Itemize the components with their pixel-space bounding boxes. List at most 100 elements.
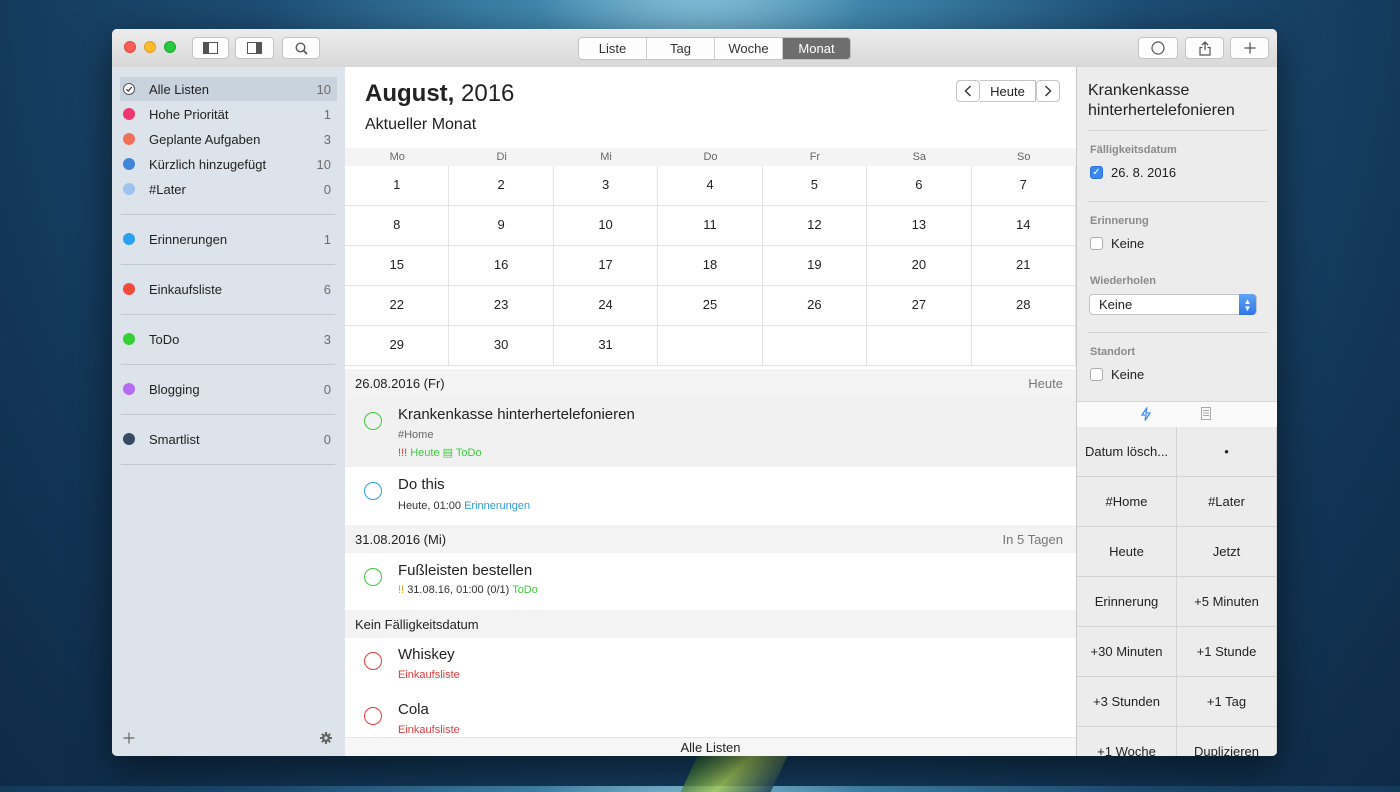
calendar-day[interactable]: 12 <box>762 206 868 246</box>
plus-30-minutes-button[interactable]: +30 Minuten <box>1077 627 1177 677</box>
sidebar-item-alle-listen[interactable]: Alle Listen 10 <box>120 77 337 101</box>
calendar-day[interactable]: 14 <box>971 206 1076 246</box>
calendar-day[interactable]: 5 <box>762 166 868 206</box>
tab-tag[interactable]: Tag <box>647 38 715 59</box>
priority-marker: !!! <box>398 447 408 459</box>
calendar-day[interactable]: 1 <box>345 166 450 206</box>
calendar-day[interactable]: 9 <box>449 206 554 246</box>
task-row[interactable]: Do this Heute, 01:00 Erinnerungen <box>345 467 1076 523</box>
calendar-day[interactable]: 2 <box>449 166 554 206</box>
search-button[interactable] <box>282 37 320 59</box>
close-window-button[interactable] <box>124 41 136 53</box>
wallpaper-streak <box>680 752 790 792</box>
calendar-day[interactable]: 10 <box>553 206 659 246</box>
calendar-empty-cell <box>658 326 763 366</box>
tag-later-button[interactable]: #Later <box>1177 477 1277 527</box>
complete-task-checkbox[interactable] <box>364 568 382 586</box>
tab-liste[interactable]: Liste <box>579 38 647 59</box>
note-icon: ▤ <box>442 447 454 459</box>
sidebar-item-smartlist[interactable]: Smartlist 0 <box>120 427 337 451</box>
complete-task-checkbox[interactable] <box>364 412 382 430</box>
settings-button[interactable] <box>320 731 332 749</box>
calendar-day[interactable]: 22 <box>345 286 450 326</box>
due-date-row[interactable]: ✓ 26. 8. 2016 <box>1090 165 1176 180</box>
plus-1-week-button[interactable]: +1 Woche <box>1077 727 1177 756</box>
calendar-day[interactable]: 11 <box>658 206 763 246</box>
calendar-day[interactable]: 8 <box>345 206 450 246</box>
location-row[interactable]: Keine <box>1090 367 1144 382</box>
calendar-day[interactable]: 27 <box>867 286 972 326</box>
add-list-button[interactable] <box>123 731 135 749</box>
plus-1-hour-button[interactable]: +1 Stunde <box>1177 627 1277 677</box>
calendar-day[interactable]: 15 <box>345 246 450 286</box>
sidebar-item-erinnerungen[interactable]: Erinnerungen 1 <box>120 227 337 251</box>
share-button[interactable] <box>1185 37 1224 59</box>
tab-woche[interactable]: Woche <box>715 38 783 59</box>
clear-date-button[interactable]: Datum lösch... <box>1077 427 1177 477</box>
tag-home-button[interactable]: #Home <box>1077 477 1177 527</box>
calendar-day[interactable]: 23 <box>449 286 554 326</box>
next-month-button[interactable] <box>1036 80 1060 102</box>
reminder-checkbox[interactable] <box>1090 237 1103 250</box>
tab-monat[interactable]: Monat <box>783 38 850 59</box>
calendar-day[interactable]: 3 <box>553 166 659 206</box>
task-row[interactable]: Fußleisten bestellen !! 31.08.16, 01:00 … <box>345 553 1076 609</box>
quick-actions-tab[interactable] <box>1140 407 1152 426</box>
calendar-day[interactable]: 31 <box>553 326 659 366</box>
sidebar-item-hohe-prioritaet[interactable]: Hohe Priorität 1 <box>120 102 337 126</box>
plus-5-minutes-button[interactable]: +5 Minuten <box>1177 577 1277 627</box>
calendar-day[interactable]: 20 <box>867 246 972 286</box>
calendar-day[interactable]: 29 <box>345 326 450 366</box>
calendar-day[interactable]: 4 <box>658 166 763 206</box>
complete-button[interactable] <box>1138 37 1178 59</box>
calendar-day[interactable]: 13 <box>867 206 972 246</box>
calendar-day[interactable]: 16 <box>449 246 554 286</box>
sidebar-item-kuerzlich-hinzugefuegt[interactable]: Kürzlich hinzugefügt 10 <box>120 152 337 176</box>
add-task-button[interactable] <box>1230 37 1269 59</box>
recent-icon <box>123 158 135 170</box>
calendar-day[interactable]: 26 <box>762 286 868 326</box>
sidebar-item-blogging[interactable]: Blogging 0 <box>120 377 337 401</box>
sidebar-divider <box>121 464 335 465</box>
zoom-window-button[interactable] <box>164 41 176 53</box>
due-date-value[interactable]: 26. 8. 2016 <box>1111 165 1176 180</box>
reminder-row[interactable]: Keine <box>1090 236 1144 251</box>
set-now-button[interactable]: Jetzt <box>1177 527 1277 577</box>
toggle-sidebar-button[interactable] <box>192 37 229 59</box>
calendar-day[interactable]: 21 <box>971 246 1076 286</box>
sidebar-item-einkaufsliste[interactable]: Einkaufsliste 6 <box>120 277 337 301</box>
dot-button[interactable]: • <box>1177 427 1277 477</box>
reminder-button[interactable]: Erinnerung <box>1077 577 1177 627</box>
calendar-day[interactable]: 28 <box>971 286 1076 326</box>
task-row[interactable]: Whiskey Einkaufsliste <box>345 638 1076 693</box>
due-date-checkbox[interactable]: ✓ <box>1090 166 1103 179</box>
sidebar-item-todo[interactable]: ToDo 3 <box>120 327 337 351</box>
calendar-day[interactable]: 25 <box>658 286 763 326</box>
previous-month-button[interactable] <box>956 80 980 102</box>
plus-1-day-button[interactable]: +1 Tag <box>1177 677 1277 727</box>
duplicate-button[interactable]: Duplizieren <box>1177 727 1277 756</box>
task-row[interactable]: Krankenkasse hinterhertelefonieren #Home… <box>345 397 1076 467</box>
complete-task-checkbox[interactable] <box>364 652 382 670</box>
minimize-window-button[interactable] <box>144 41 156 53</box>
today-button[interactable]: Heute <box>980 80 1036 102</box>
calendar-day[interactable]: 6 <box>867 166 972 206</box>
plus-3-hours-button[interactable]: +3 Stunden <box>1077 677 1177 727</box>
complete-task-checkbox[interactable] <box>364 482 382 500</box>
calendar-day[interactable]: 7 <box>971 166 1076 206</box>
sidebar-item-later[interactable]: #Later 0 <box>120 177 337 201</box>
task-row[interactable]: Cola Einkaufsliste <box>345 693 1076 737</box>
calendar-day[interactable]: 17 <box>553 246 659 286</box>
location-checkbox[interactable] <box>1090 368 1103 381</box>
set-today-button[interactable]: Heute <box>1077 527 1177 577</box>
share-icon <box>1198 40 1211 56</box>
calendar-day[interactable]: 24 <box>553 286 659 326</box>
toggle-inspector-button[interactable] <box>235 37 274 59</box>
sidebar-item-geplante-aufgaben[interactable]: Geplante Aufgaben 3 <box>120 127 337 151</box>
calendar-day[interactable]: 19 <box>762 246 868 286</box>
calendar-day[interactable]: 18 <box>658 246 763 286</box>
calendar-day[interactable]: 30 <box>449 326 554 366</box>
complete-task-checkbox[interactable] <box>364 707 382 725</box>
notes-tab[interactable] <box>1201 407 1211 425</box>
repeat-select[interactable]: Keine ▲ ▼ <box>1089 294 1257 315</box>
